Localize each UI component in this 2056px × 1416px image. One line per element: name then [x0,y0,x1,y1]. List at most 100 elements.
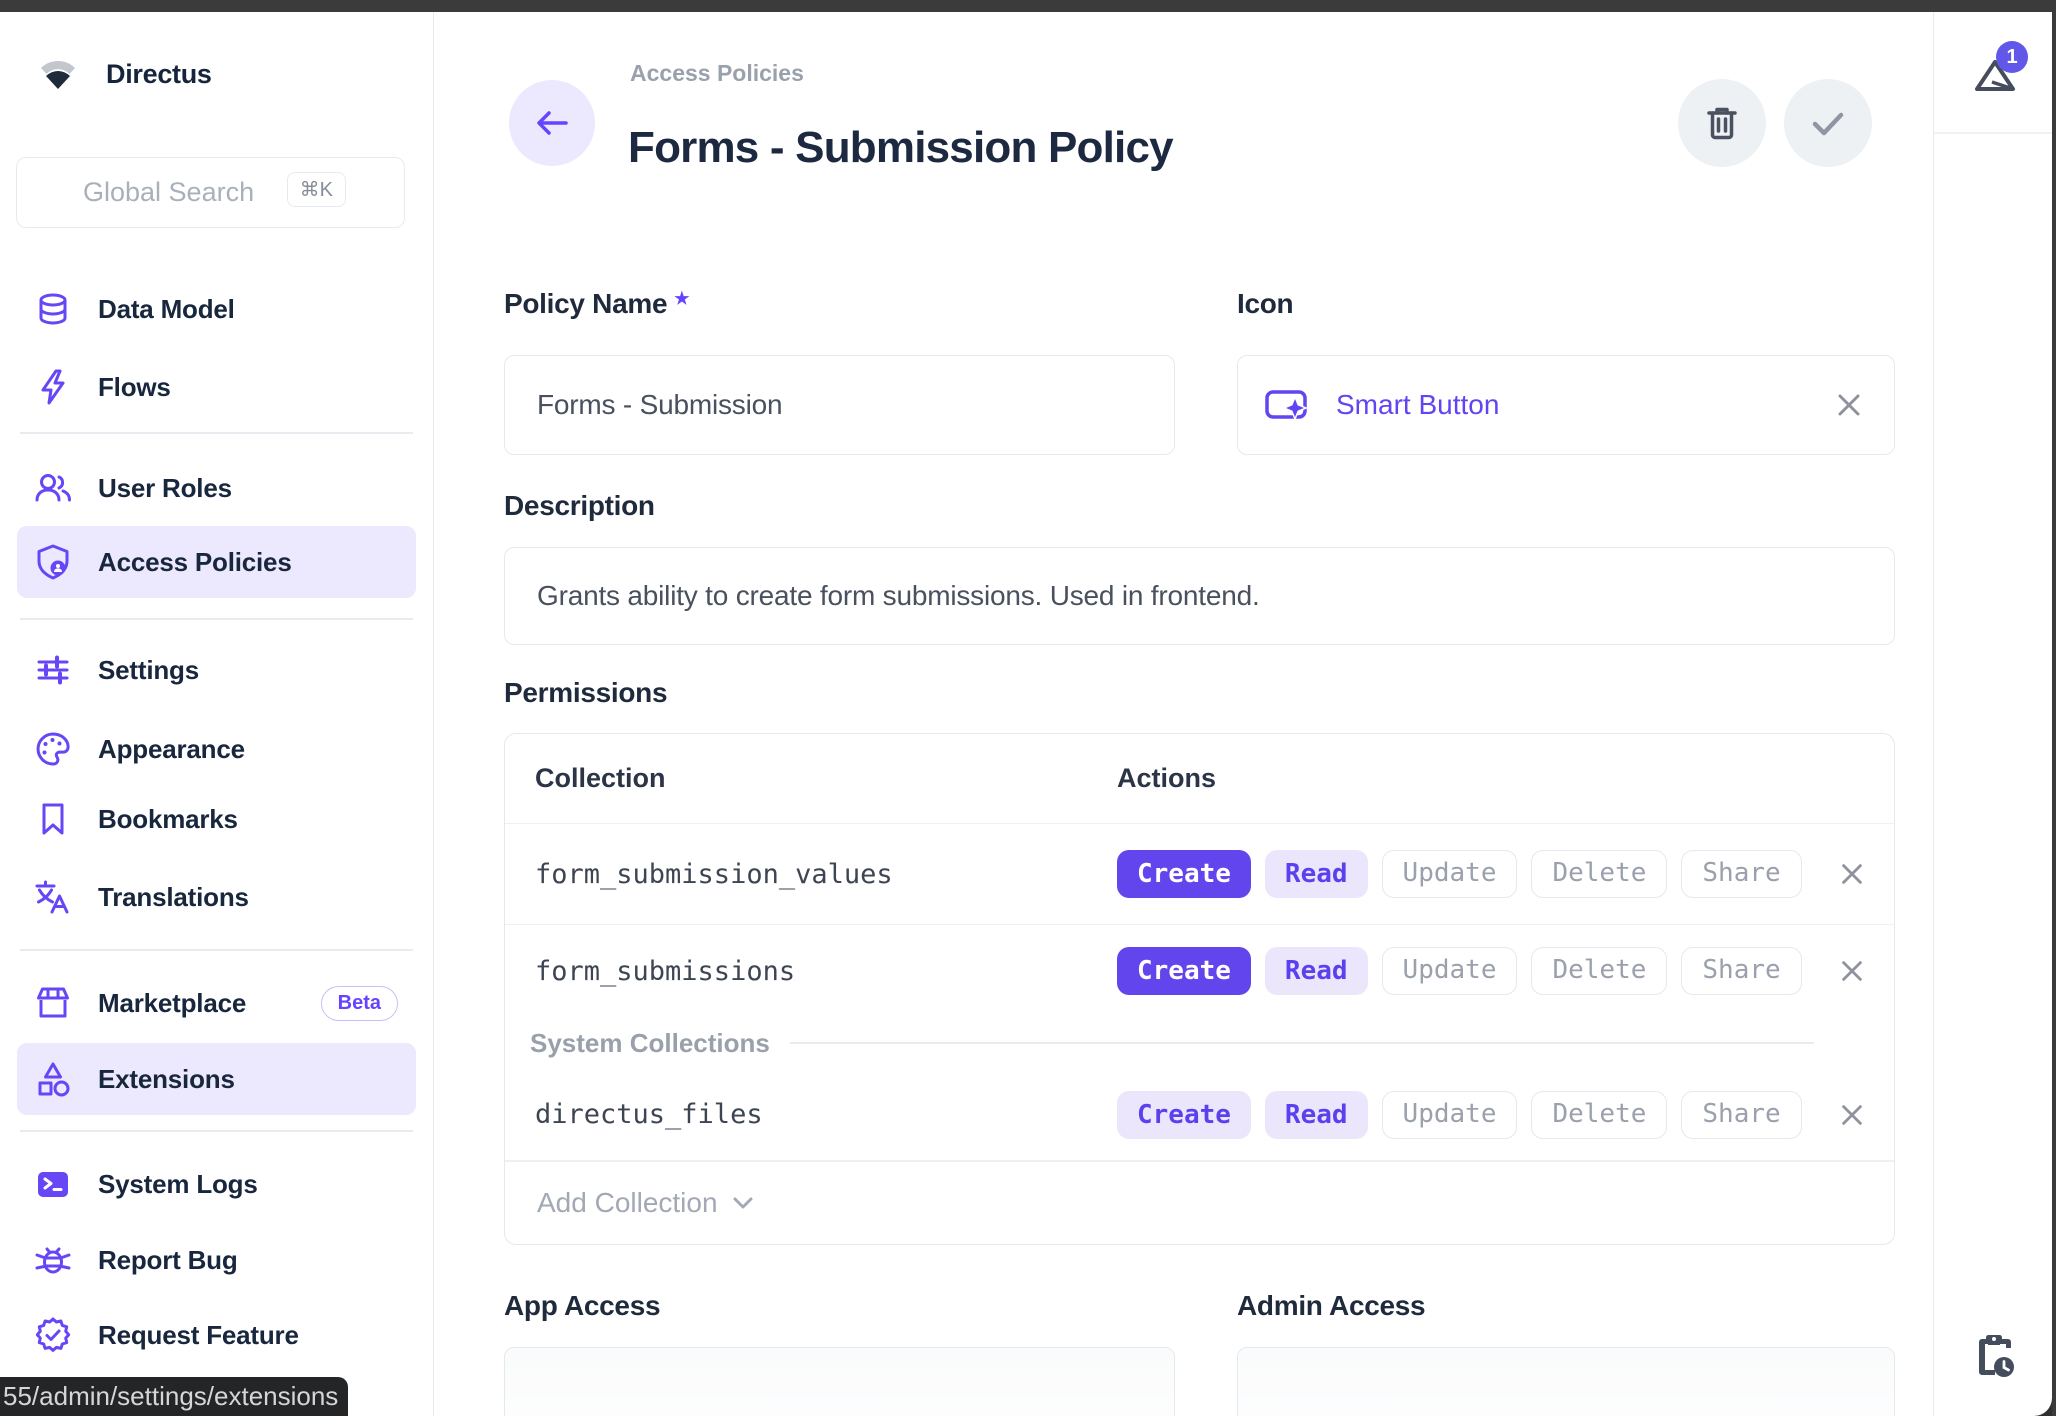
bookmark-icon [33,799,73,839]
collection-name: form_submission_values [535,859,893,890]
sidebar-divider [20,1130,413,1132]
clear-icon-button[interactable] [1834,390,1864,420]
status-url: 55/admin/settings/extensions [3,1381,338,1412]
translate-icon [33,877,73,917]
brand: Directus [36,53,212,95]
search-shortcut-badge: ⌘K [287,172,346,207]
directus-logo-icon [36,53,80,95]
remove-row-button[interactable] [1838,1101,1866,1129]
action-chip-create[interactable]: Create [1117,947,1251,995]
icon-value-text: Smart Button [1336,389,1499,421]
actions-column-header: Actions [1117,763,1216,794]
global-search-input[interactable]: Global Search ⌘K [16,157,405,228]
icon-label: Icon [1237,288,1293,320]
action-chip-read[interactable]: Read [1265,1091,1368,1139]
action-chip-delete[interactable]: Delete [1531,1091,1667,1139]
system-collections-group: System Collections [505,1017,1894,1069]
sidebar-item-user-roles[interactable]: User Roles [17,452,416,524]
action-chip-share[interactable]: Share [1681,1091,1801,1139]
brand-name: Directus [106,59,212,90]
module-sidebar: Directus Global Search ⌘K Data Model Flo… [0,12,434,1416]
browser-status-bar: 55/admin/settings/extensions [0,1377,348,1416]
directus-app-window: Directus Global Search ⌘K Data Model Flo… [0,0,2056,1416]
seal-check-icon [33,1315,73,1355]
permissions-label: Permissions [504,677,667,709]
sidebar-divider [20,618,413,620]
sidebar-item-bookmarks[interactable]: Bookmarks [17,783,416,855]
required-star: ★ [674,289,689,308]
notification-count-badge: 1 [1996,41,2028,73]
action-chip-delete[interactable]: Delete [1531,947,1667,995]
sidebar-item-appearance[interactable]: Appearance [17,713,416,785]
app-access-box: Enabled [504,1347,1175,1416]
action-chip-read[interactable]: Read [1265,850,1368,898]
smart-button-icon [1264,386,1310,424]
sidebar-item-data-model[interactable]: Data Model [17,273,416,345]
right-sidebar-divider [1934,132,2053,134]
description-label: Description [504,490,655,522]
description-value: Grants ability to create form submission… [537,580,1260,612]
breadcrumb[interactable]: Access Policies [630,60,804,87]
policy-name-input[interactable]: Forms - Submission [504,355,1175,455]
sidebar-item-settings[interactable]: Settings [17,634,416,706]
remove-row-button[interactable] [1838,860,1866,888]
permission-row: form_submission_values Create Read Updat… [505,824,1894,925]
action-chip-create[interactable]: Create [1117,1091,1251,1139]
permissions-header: Collection Actions [505,734,1894,824]
collection-name: directus_files [535,1099,763,1130]
back-arrow-icon [530,103,574,143]
sidebar-item-system-logs[interactable]: System Logs [17,1148,416,1220]
back-button[interactable] [509,80,595,166]
policy-name-label: Policy Name★ [504,288,689,320]
remove-row-button[interactable] [1838,957,1866,985]
beta-badge: Beta [321,986,398,1021]
action-chip-read[interactable]: Read [1265,947,1368,995]
sidebar-item-request-feature[interactable]: Request Feature [17,1299,416,1371]
sidebar-item-access-policies[interactable]: Access Policies [17,526,416,598]
admin-access-label: Admin Access [1237,1290,1425,1322]
action-chip-share[interactable]: Share [1681,947,1801,995]
sidebar-item-translations[interactable]: Translations [17,861,416,933]
storefront-icon [33,983,73,1023]
action-chip-update[interactable]: Update [1382,850,1518,898]
window-right-edge [2052,0,2056,1416]
close-x-icon [1838,1101,1866,1129]
shield-user-icon [33,542,73,582]
sidebar-item-report-bug[interactable]: Report Bug [17,1224,416,1296]
action-chip-create[interactable]: Create [1117,850,1251,898]
bolt-icon [33,367,73,407]
revisions-button[interactable] [1972,1331,2018,1386]
add-collection-button[interactable]: Add Collection [505,1161,1894,1244]
permission-row: form_submissions Create Read Update Dele… [505,925,1894,1017]
sidebar-divider [20,432,413,434]
save-button[interactable] [1784,79,1872,167]
sliders-icon [33,650,73,690]
permission-row: directus_files Create Read Update Delete… [505,1069,1894,1161]
policy-name-value: Forms - Submission [537,389,782,421]
system-collections-divider [790,1042,1814,1044]
admin-access-box: Enabled [1237,1347,1895,1416]
action-chip-update[interactable]: Update [1382,947,1518,995]
action-chip-share[interactable]: Share [1681,850,1801,898]
collection-name: form_submissions [535,956,795,987]
close-x-icon [1834,390,1864,420]
description-input[interactable]: Grants ability to create form submission… [504,547,1895,645]
icon-input[interactable]: Smart Button [1237,355,1895,455]
bug-icon [33,1240,73,1280]
page-title: Forms - Submission Policy [628,123,1173,173]
add-collection-label: Add Collection [537,1187,718,1219]
chevron-down-icon [732,1196,754,1210]
search-placeholder: Global Search [83,177,254,208]
right-sidebar: 1 [1933,12,2052,1416]
action-chip-delete[interactable]: Delete [1531,850,1667,898]
users-icon [33,468,73,508]
sidebar-item-flows[interactable]: Flows [17,351,416,423]
app-access-label: App Access [504,1290,660,1322]
collection-column-header: Collection [535,763,666,794]
sidebar-item-extensions[interactable]: Extensions [17,1043,416,1115]
delete-button[interactable] [1678,79,1766,167]
action-chip-update[interactable]: Update [1382,1091,1518,1139]
terminal-icon [33,1164,73,1204]
sidebar-divider [20,949,413,951]
sidebar-item-marketplace[interactable]: Marketplace Beta [17,967,416,1039]
